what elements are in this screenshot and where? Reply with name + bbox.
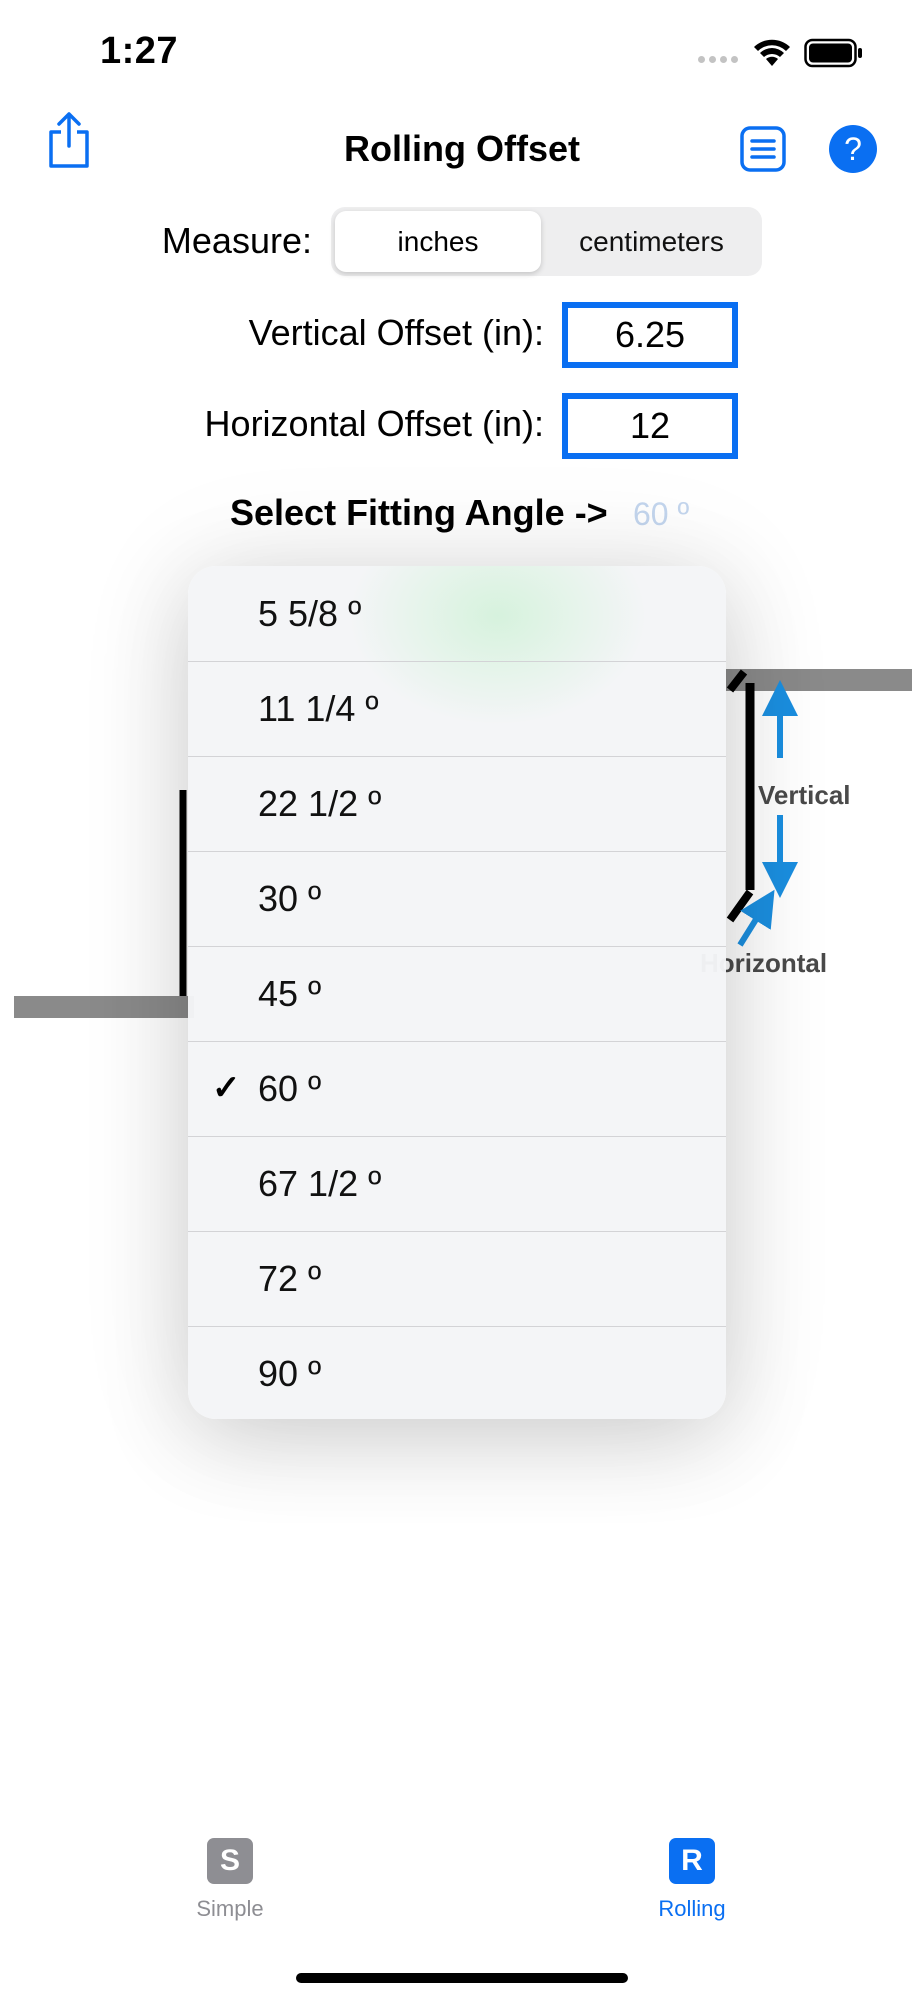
- angle-option[interactable]: 5 5/8 º: [188, 566, 726, 662]
- measure-label: Measure:: [161, 220, 312, 261]
- angle-option[interactable]: 30 º: [188, 851, 726, 947]
- angle-option[interactable]: 90 º: [188, 1326, 726, 1419]
- angle-dropdown-menu[interactable]: 5 5/8 º 11 1/4 º 22 1/2 º 30 º 45 º ✓ 60 º 67 1…: [188, 566, 726, 1419]
- tab-rolling-label: Rolling: [658, 1896, 726, 1921]
- fitting-angle-label: Select Fitting Angle ->: [230, 492, 608, 533]
- vertical-offset-field[interactable]: 6.25: [562, 302, 738, 368]
- vertical-offset-label: Vertical Offset (in):: [248, 312, 544, 353]
- angle-option-label: 67 1/2 º: [258, 1163, 382, 1204]
- horizontal-offset-field[interactable]: 12: [562, 393, 738, 459]
- status-bar: 1:27: [0, 0, 924, 100]
- angle-option-label: 11 1/4 º: [258, 688, 379, 729]
- angle-option-label: 5 5/8 º: [258, 593, 362, 634]
- home-indicator: [296, 1973, 628, 1983]
- wifi-icon: [754, 39, 790, 66]
- battery-icon: [804, 38, 862, 68]
- horizontal-arrow: [737, 889, 775, 947]
- tab-rolling[interactable]: R Rolling: [612, 1838, 772, 1922]
- cellular-signal-icon: [698, 56, 738, 63]
- angle-option-label: 90 º: [258, 1353, 322, 1394]
- svg-text:?: ?: [844, 131, 862, 167]
- navigation-bar: Rolling Offset ?: [0, 110, 924, 190]
- question-mark-icon[interactable]: ?: [828, 124, 878, 174]
- rolling-tab-icon: R: [669, 1838, 715, 1884]
- segment-inches[interactable]: inches: [335, 211, 541, 272]
- angle-option[interactable]: 11 1/4 º: [188, 661, 726, 757]
- diagram-vertical-label: Vertical: [758, 780, 851, 810]
- angle-option[interactable]: 72 º: [188, 1231, 726, 1327]
- angle-option[interactable]: 22 1/2 º: [188, 756, 726, 852]
- segment-centimeters[interactable]: centimeters: [545, 211, 758, 272]
- tab-simple[interactable]: S Simple: [150, 1838, 310, 1922]
- fitting-angle-picker[interactable]: 60 º: [633, 496, 689, 533]
- angle-option-label: 45 º: [258, 973, 322, 1014]
- angle-option-label: 22 1/2 º: [258, 783, 382, 824]
- lower-pipe: [14, 996, 194, 1018]
- checkmark-icon: ✓: [212, 1069, 241, 1107]
- horizontal-offset-label: Horizontal Offset (in):: [204, 403, 544, 444]
- status-time: 1:27: [100, 30, 179, 72]
- angle-option[interactable]: 67 1/2 º: [188, 1136, 726, 1232]
- simple-tab-icon: S: [207, 1838, 253, 1884]
- angle-option-label: 60 º: [258, 1068, 322, 1109]
- tab-simple-label: Simple: [196, 1896, 264, 1921]
- angle-option-label: 72 º: [258, 1258, 322, 1299]
- measure-segmented-control[interactable]: inches centimeters: [331, 207, 762, 276]
- angle-option-label: 30 º: [258, 878, 322, 919]
- angle-option[interactable]: ✓ 60 º: [188, 1041, 726, 1137]
- list-icon[interactable]: [740, 126, 786, 172]
- angle-option[interactable]: 45 º: [188, 946, 726, 1042]
